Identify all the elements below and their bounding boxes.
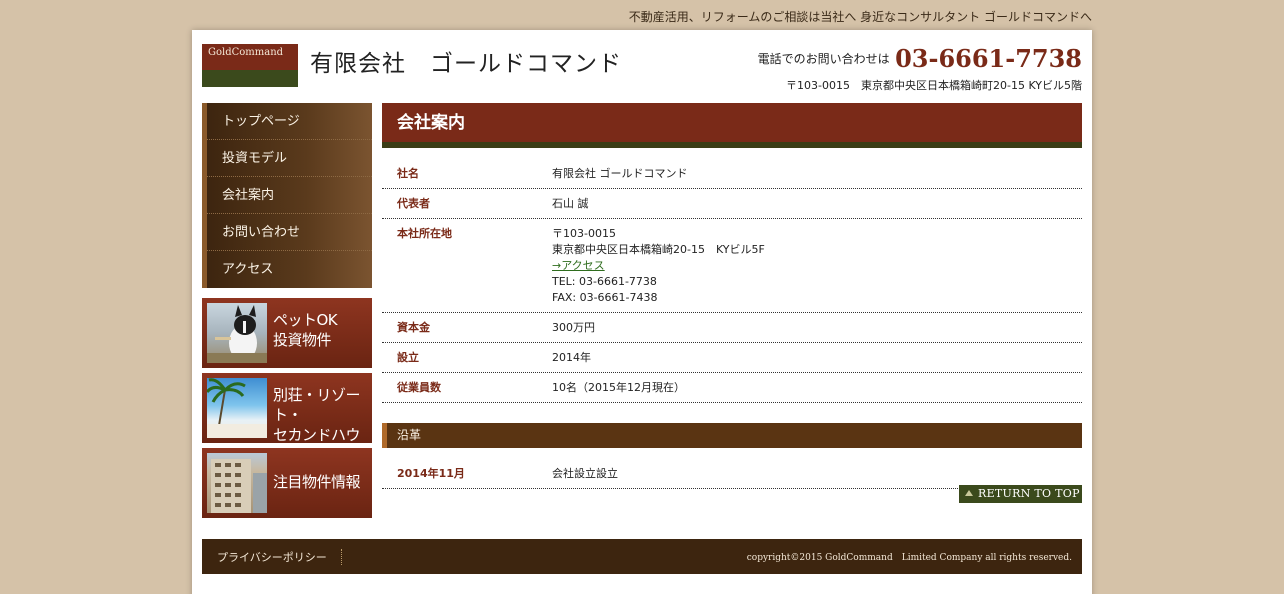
nav-item-access[interactable]: アクセス xyxy=(207,251,372,288)
sidebar-nav: トップページ 投資モデル 会社案内 お問い合わせ アクセス xyxy=(202,103,372,288)
row-label: 設立 xyxy=(397,351,419,364)
tel-number: TEL: 03-6661-7738 xyxy=(552,275,657,288)
contact-block: 電話でのお問い合わせは 03-6661-7738 〒103-0015 東京都中央… xyxy=(758,44,1082,93)
site-logo[interactable]: GoldCommand xyxy=(202,44,298,87)
row-value: 2014年 xyxy=(552,351,591,364)
page-title: 会社案内 xyxy=(382,103,1082,148)
row-value: 石山 誠 xyxy=(552,197,589,210)
up-triangle-icon xyxy=(965,490,973,496)
row-label: 社名 xyxy=(397,167,419,180)
logo-text: GoldCommand xyxy=(208,47,284,58)
banner-pet-ok[interactable]: ペットOK 投資物件 xyxy=(202,298,372,368)
banner-featured[interactable]: 注目物件情報 xyxy=(202,448,372,518)
table-row: 従業員数 10名（2015年12月現在） xyxy=(382,373,1082,403)
row-value: 有限会社 ゴールドコマンド xyxy=(552,167,688,180)
history-date: 2014年11月 xyxy=(397,467,465,480)
row-value: 〒103-0015 東京都中央区日本橋箱崎20-15 KYビル5F →アクセス … xyxy=(552,226,1082,306)
phone-label: 電話でのお問い合わせは xyxy=(757,52,890,66)
access-link[interactable]: →アクセス xyxy=(552,259,605,272)
nav-item-investment-model[interactable]: 投資モデル xyxy=(207,140,372,177)
history-heading: 沿革 xyxy=(382,423,1082,448)
main-content: 会社案内 社名 有限会社 ゴールドコマンド 代表者 石山 誠 本社所在地 〒10… xyxy=(382,103,1082,503)
footer: プライバシーポリシー copyright©2015 GoldCommand Li… xyxy=(202,539,1082,574)
dog-photo-icon xyxy=(207,303,267,363)
page-container: GoldCommand 有限会社 ゴールドコマンド 電話でのお問い合わせは 03… xyxy=(192,30,1092,594)
sidebar: トップページ 投資モデル 会社案内 お問い合わせ アクセス ペットOK 投資物件… xyxy=(202,103,372,518)
site-tagline: 不動産活用、リフォームのご相談は当社へ 身近なコンサルタント ゴールドコマンドへ xyxy=(628,10,1092,24)
nav-item-contact[interactable]: お問い合わせ xyxy=(207,214,372,251)
beach-photo-icon xyxy=(205,378,267,439)
company-name: 有限会社 ゴールドコマンド xyxy=(310,51,622,77)
row-label: 本社所在地 xyxy=(397,227,452,240)
privacy-policy-link[interactable]: プライバシーポリシー xyxy=(217,549,342,565)
table-row: 本社所在地 〒103-0015 東京都中央区日本橋箱崎20-15 KYビル5F … xyxy=(382,219,1082,313)
banner-text: ペットOK 投資物件 xyxy=(273,311,338,349)
row-label: 資本金 xyxy=(397,321,430,334)
copyright-text: copyright©2015 GoldCommand Limited Compa… xyxy=(746,553,1072,563)
company-info-table: 社名 有限会社 ゴールドコマンド 代表者 石山 誠 本社所在地 〒103-001… xyxy=(382,159,1082,403)
row-label: 従業員数 xyxy=(397,381,441,394)
table-row: 代表者 石山 誠 xyxy=(382,189,1082,219)
phone-number: 03-6661-7738 xyxy=(895,44,1082,73)
row-value: 10名（2015年12月現在） xyxy=(552,381,685,394)
logo-bar xyxy=(202,70,298,87)
table-row: 資本金 300万円 xyxy=(382,313,1082,343)
return-to-top-button[interactable]: RETURN TO TOP xyxy=(959,485,1082,503)
table-row: 社名 有限会社 ゴールドコマンド xyxy=(382,159,1082,189)
nav-item-company-profile[interactable]: 会社案内 xyxy=(207,177,372,214)
banner-resort[interactable]: 別荘・リゾート・ セカンドハウス xyxy=(202,373,372,464)
nav-item-top[interactable]: トップページ xyxy=(207,103,372,140)
header-address: 〒103-0015 東京都中央区日本橋箱崎町20-15 KYビル5階 xyxy=(786,79,1082,92)
banner-text: 注目物件情報 xyxy=(273,473,361,491)
row-value: 300万円 xyxy=(552,321,595,334)
fax-number: FAX: 03-6661-7438 xyxy=(552,291,658,304)
row-label: 代表者 xyxy=(397,197,430,210)
history-event: 会社設立設立 xyxy=(552,467,618,480)
building-photo-icon xyxy=(207,453,267,513)
table-row: 設立 2014年 xyxy=(382,343,1082,373)
office-address: 東京都中央区日本橋箱崎20-15 KYビル5F xyxy=(552,243,765,256)
postal-code: 〒103-0015 xyxy=(552,227,616,240)
